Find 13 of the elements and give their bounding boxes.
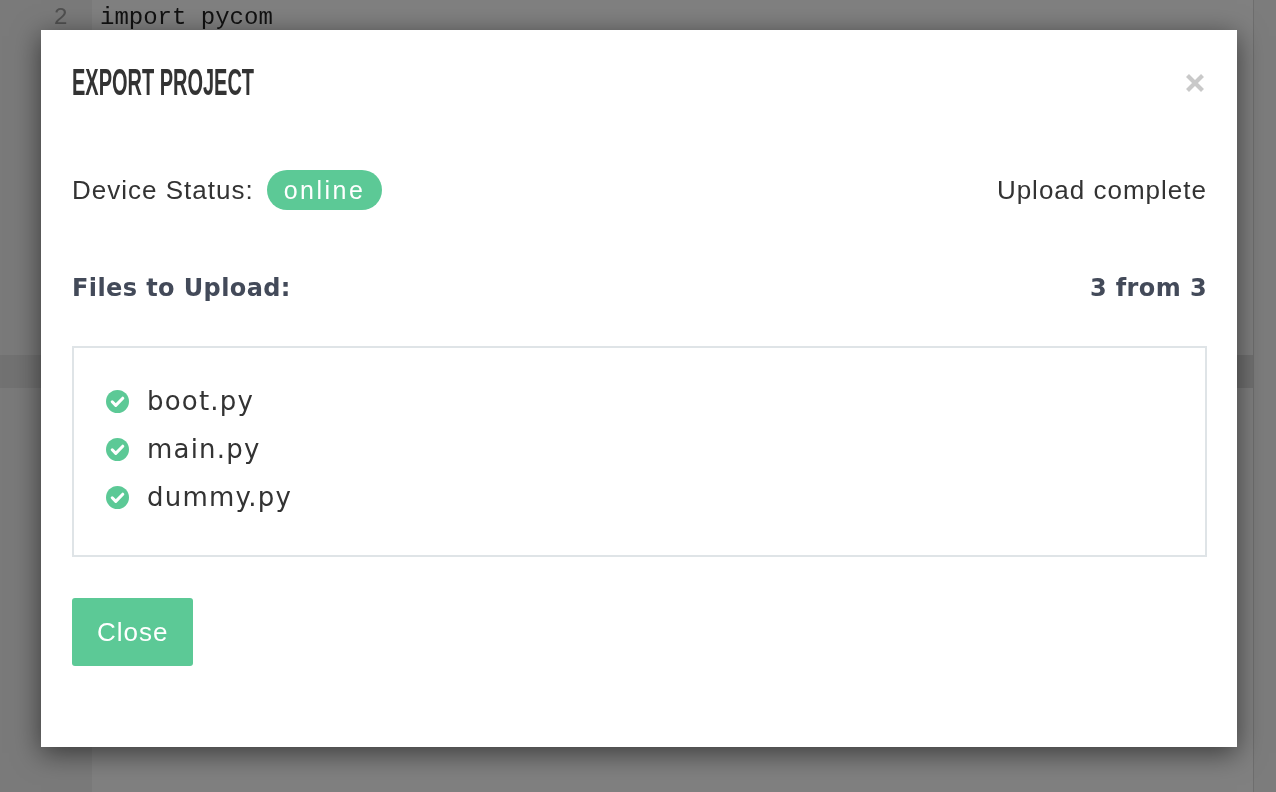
file-name: main.py bbox=[147, 434, 261, 464]
code-line: import pycom bbox=[100, 4, 273, 31]
file-count: 3 from 3 bbox=[1089, 274, 1207, 302]
close-dialog-button[interactable]: Close bbox=[72, 598, 194, 666]
file-name: boot.py bbox=[147, 386, 255, 416]
upload-message: Upload complete bbox=[996, 174, 1207, 206]
status-badge: online bbox=[266, 170, 383, 210]
file-name: dummy.py bbox=[147, 482, 293, 512]
status-label: Device Status: bbox=[72, 174, 254, 206]
dialog-title: EXPORT PROJECT bbox=[72, 65, 255, 101]
close-icon bbox=[1185, 73, 1205, 93]
files-heading: Files to Upload: bbox=[72, 274, 291, 302]
close-button[interactable] bbox=[1185, 73, 1205, 93]
